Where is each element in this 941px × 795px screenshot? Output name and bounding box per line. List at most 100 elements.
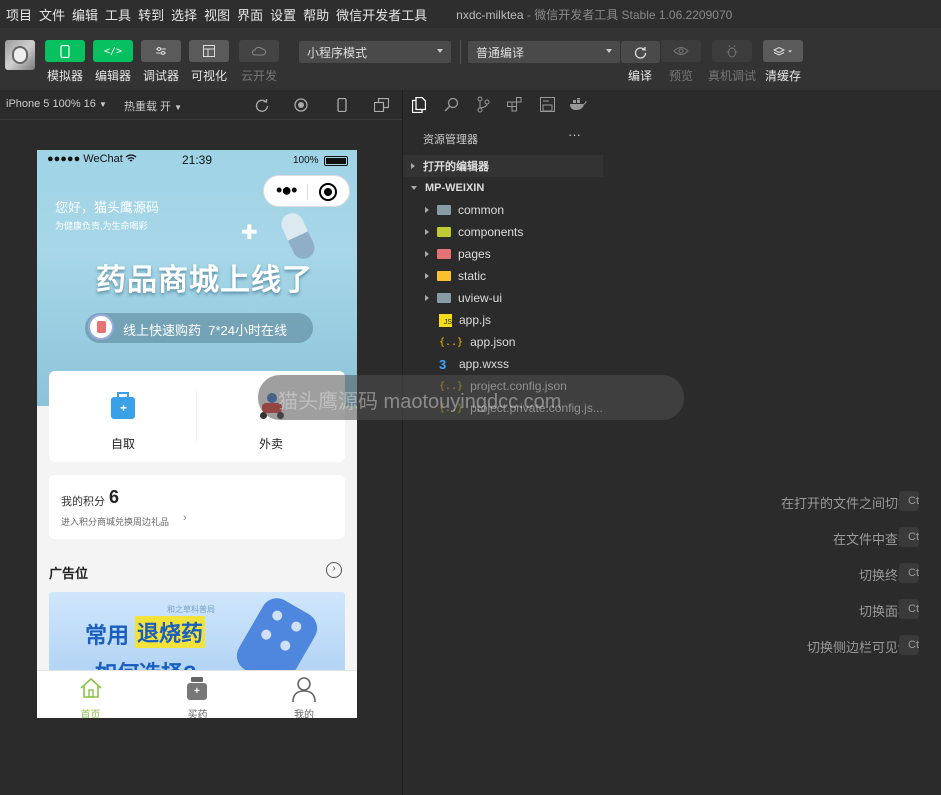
simulator-subbar: iPhone 5 100% 16 ▼ 热重载 开 ▼ — [0, 90, 403, 120]
tab-buy-medicine-label: 买药 — [187, 710, 208, 718]
sliders-icon — [156, 47, 166, 55]
compile-select-value: 普通编译 — [476, 45, 525, 60]
detach-window-icon[interactable] — [374, 98, 389, 112]
json-file-icon: {..} — [439, 336, 464, 348]
files-icon[interactable] — [412, 97, 426, 113]
tree-item-label: app.json — [470, 335, 516, 349]
wifi-icon — [125, 154, 137, 162]
menu-item-help[interactable]: 帮助 — [303, 5, 329, 24]
medicine-bottle-icon: + — [187, 677, 207, 701]
tree-folder[interactable]: pages — [403, 243, 603, 265]
pickup-option[interactable]: + 自取 — [49, 371, 197, 462]
css-file-icon: 3 — [439, 356, 447, 372]
chevron-right-icon — [425, 251, 429, 257]
tab-home[interactable]: 首页 — [37, 671, 144, 718]
medicine-box-icon: + — [111, 392, 135, 419]
layout-icon — [203, 45, 215, 57]
window-title-app: 微信开发者工具 Stable 1.06.2209070 — [534, 7, 733, 22]
source-control-icon[interactable] — [476, 96, 490, 113]
tree-item-label: app.js — [459, 313, 492, 327]
editor-empty-pane: 在打开的文件之间切换 Ct 在文件中查找 Ct 切换终端 Ct 切换面板 Ct 切换侧边… — [603, 90, 941, 795]
device-select-value: iPhone 5 100% 16 — [6, 98, 96, 110]
cloud-icon — [252, 46, 266, 55]
editor-button[interactable]: </> — [93, 40, 133, 62]
explorer-more-icon[interactable]: ··· — [568, 127, 581, 142]
device-select[interactable]: iPhone 5 100% 16 ▼ — [6, 98, 107, 110]
chevron-down-icon — [606, 49, 612, 53]
mode-select[interactable]: 小程序模式 — [299, 41, 451, 63]
remote-debug-button[interactable] — [712, 40, 752, 62]
compile-button[interactable] — [620, 41, 660, 63]
hot-reload-toggle[interactable]: 热重载 开 ▼ — [124, 98, 182, 114]
tree-folder[interactable]: common — [403, 199, 603, 221]
docker-icon[interactable] — [569, 98, 587, 111]
cloud-dev-button[interactable] — [239, 40, 279, 62]
phone-screen: ●●●●● WeChat 21:39 100% •●• ✚ 您好，猫头鹰源码 为… — [37, 150, 357, 718]
rotate-icon[interactable] — [255, 98, 269, 112]
record-icon[interactable] — [294, 98, 308, 112]
chevron-down-icon: ▼ — [174, 103, 183, 112]
explorer-panel: 资源管理器 ··· 打开的编辑器 MP-WEIXIN common compone… — [403, 90, 603, 795]
cloud-dev-label: 云开发 — [240, 69, 277, 83]
tree-folder[interactable]: uview-ui — [403, 287, 603, 309]
tab-bar: 首页 + 买药 我的 — [37, 670, 357, 718]
points-value: 6 — [109, 487, 120, 507]
device-icon[interactable] — [336, 98, 348, 112]
clear-cache-button[interactable] — [763, 40, 803, 62]
ad-more-icon[interactable]: › — [326, 562, 342, 578]
points-card[interactable]: 我的积分 6 进入积分商城兑换周边礼品 › — [49, 475, 345, 539]
search-icon[interactable] — [444, 97, 459, 112]
ad-section-title: 广告位 — [49, 566, 89, 581]
points-label: 我的积分 — [61, 496, 105, 508]
medkit-icon — [88, 314, 114, 340]
tab-buy-medicine[interactable]: + 买药 — [144, 671, 251, 718]
menu-item-file[interactable]: 文件 — [39, 5, 65, 24]
shortcut-hint: 切换终端 Ct — [859, 563, 919, 584]
preview-button[interactable] — [661, 40, 701, 62]
menu-item-interface[interactable]: 界面 — [237, 5, 263, 24]
mode-select-value: 小程序模式 — [307, 45, 368, 60]
debugger-button[interactable] — [141, 40, 181, 62]
tree-folder[interactable]: components — [403, 221, 603, 243]
more-icon[interactable]: •●• — [276, 180, 298, 201]
tree-file[interactable]: {..} app.json — [403, 331, 603, 353]
activity-bar — [403, 90, 603, 120]
ad-banner[interactable]: 和之草科普局 常用 退烧药 如何选择? — [49, 592, 345, 672]
storage-icon[interactable] — [540, 97, 555, 112]
window-title-separator: - — [523, 7, 535, 22]
tab-mine[interactable]: 我的 — [251, 671, 357, 718]
menu-item-wechat-devtools[interactable]: 微信开发者工具 — [336, 5, 427, 24]
shortcut-key: Ct — [899, 491, 919, 511]
menu-item-select[interactable]: 选择 — [171, 5, 197, 24]
menu-item-edit[interactable]: 编辑 — [72, 5, 98, 24]
tree-file[interactable]: JS app.js — [403, 309, 603, 331]
close-miniprogram-icon[interactable] — [319, 183, 337, 201]
open-editors-section[interactable]: 打开的编辑器 — [403, 155, 603, 177]
simulator-button[interactable] — [45, 40, 85, 62]
refresh-icon — [634, 46, 647, 59]
project-root-section[interactable]: MP-WEIXIN — [403, 177, 603, 199]
chevron-down-icon — [437, 49, 443, 53]
project-root-label: MP-WEIXIN — [425, 182, 485, 194]
menu-item-project[interactable]: 项目 — [6, 5, 32, 24]
extensions-icon[interactable] — [507, 97, 522, 112]
banner-pill: 线上快速购药 7*24小时在线 — [85, 313, 313, 343]
banner-title: 药品商城上线了 — [96, 264, 313, 297]
visualize-button[interactable] — [189, 40, 229, 62]
ad-line1-a: 常用 — [85, 623, 130, 648]
shortcut-key: Ct — [899, 635, 919, 655]
menu-item-settings[interactable]: 设置 — [270, 5, 296, 24]
tree-file[interactable]: 3 app.wxss — [403, 353, 603, 375]
capsule-menu[interactable]: •●• — [263, 175, 350, 207]
compile-label: 编译 — [627, 69, 652, 83]
tree-folder[interactable]: static — [403, 265, 603, 287]
menu-item-view[interactable]: 视图 — [204, 5, 230, 24]
menu-item-tools[interactable]: 工具 — [105, 5, 131, 24]
compile-select[interactable]: 普通编译 — [468, 41, 620, 63]
points-subtitle: 进入积分商城兑换周边礼品 — [61, 517, 170, 527]
menu-item-goto[interactable]: 转到 — [138, 5, 164, 24]
eye-icon — [673, 47, 689, 55]
avatar[interactable] — [5, 40, 35, 70]
folder-icon — [437, 293, 451, 303]
ad-line1-b: 退烧药 — [135, 616, 206, 648]
